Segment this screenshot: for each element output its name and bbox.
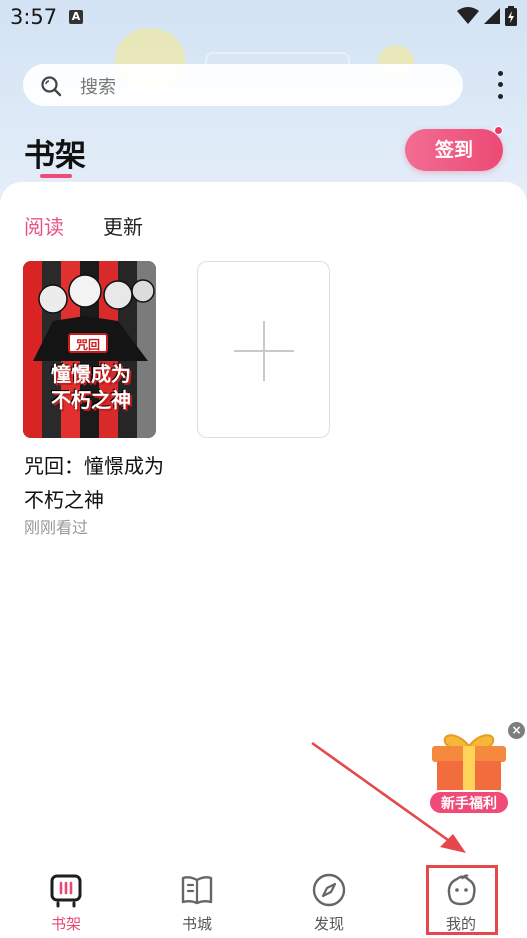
compass-icon xyxy=(312,873,346,907)
notification-icon: A xyxy=(69,10,83,24)
nav-label-discover: 发现 xyxy=(313,915,344,933)
book-cover[interactable]: 咒回 憧憬成为 不朽之神 xyxy=(23,261,156,438)
nav-item-book-city[interactable]: 书城 xyxy=(152,860,242,938)
bookshelf-icon xyxy=(50,874,82,908)
page-title: 书架 xyxy=(24,138,86,174)
tab-read[interactable]: 阅读 xyxy=(24,211,64,240)
search-placeholder: 搜索 xyxy=(80,77,116,98)
nav-item-bookshelf[interactable]: 书架 xyxy=(21,860,111,938)
nav-label-bookshelf: 书架 xyxy=(50,915,81,933)
signin-button[interactable]: 签到 xyxy=(405,129,503,171)
book-read-status: 刚刚看过 xyxy=(24,518,89,537)
tab-update[interactable]: 更新 xyxy=(103,211,143,240)
signal-icon xyxy=(484,8,500,24)
cover-title: 憧憬成为 不朽之神 xyxy=(29,361,153,413)
title-underline xyxy=(40,174,72,178)
status-time: 3:57 xyxy=(10,5,58,29)
nav-label-book-city: 书城 xyxy=(181,915,212,933)
wifi-icon xyxy=(457,7,479,24)
gift-label[interactable]: 新手福利 xyxy=(428,790,510,815)
search-icon xyxy=(41,76,62,97)
add-book-button[interactable] xyxy=(197,261,330,438)
profile-highlight-box xyxy=(426,865,498,935)
status-icons xyxy=(457,6,517,26)
cover-title-line1: 憧憬成为 xyxy=(51,362,131,386)
signin-badge-dot xyxy=(494,126,503,135)
book-title[interactable]: 咒回：憧憬成为不朽之神 xyxy=(24,449,164,517)
gift-close-icon[interactable]: × xyxy=(508,722,525,739)
plus-icon-vertical xyxy=(263,321,265,381)
status-bar: 3:57 A xyxy=(0,0,527,36)
book-city-icon xyxy=(181,876,213,905)
search-bar[interactable]: 搜索 xyxy=(23,64,463,106)
more-options-icon[interactable] xyxy=(490,68,510,102)
battery-icon xyxy=(505,6,517,26)
nav-item-discover[interactable]: 发现 xyxy=(284,860,374,938)
cover-title-line2: 不朽之神 xyxy=(51,388,131,412)
cover-tag: 咒回 xyxy=(68,333,109,353)
